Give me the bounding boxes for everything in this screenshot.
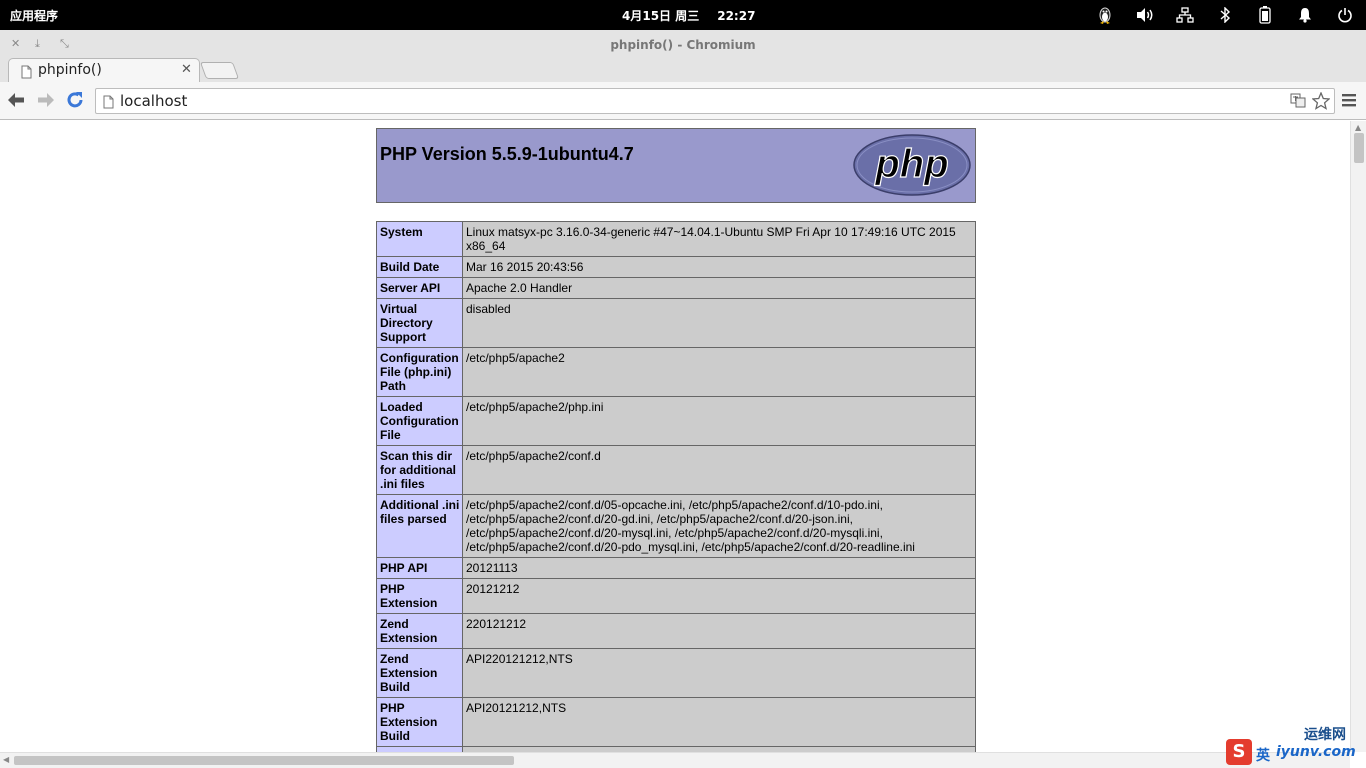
info-key: Server API — [376, 277, 463, 299]
info-key: Build Date — [376, 256, 463, 278]
info-row: Server API Apache 2.0 Handler — [376, 277, 976, 299]
translate-icon[interactable] — [1290, 92, 1306, 114]
browser-toolbar: localhost — [0, 82, 1366, 120]
new-tab-button[interactable] — [199, 62, 240, 79]
page-favicon-icon — [21, 64, 32, 83]
info-row: System Linux matsyx-pc 3.16.0-34-generic … — [376, 221, 976, 257]
scroll-up-arrow-icon[interactable]: ▲ — [1355, 123, 1361, 132]
vertical-scroll-thumb[interactable] — [1354, 133, 1364, 163]
volume-icon[interactable] — [1134, 5, 1156, 25]
info-row: Virtual Directory Support disabled — [376, 298, 976, 348]
info-key: Configuration File (php.ini) Path — [376, 347, 463, 397]
vertical-scrollbar[interactable]: ▲ — [1350, 121, 1366, 752]
info-key: Zend Extension — [376, 613, 463, 649]
bluetooth-icon[interactable] — [1214, 5, 1236, 25]
info-value-line: /etc/php5/apache2/conf.d/20-mysql.ini, /… — [466, 526, 883, 540]
horizontal-scroll-thumb[interactable] — [14, 756, 514, 765]
watermark-name: 运维网 — [1304, 727, 1346, 743]
info-value: API20121212,NTS — [462, 697, 976, 747]
tux-icon[interactable] — [1094, 5, 1116, 25]
info-row: Scan this dir for additional .ini files /… — [376, 445, 976, 495]
battery-icon[interactable] — [1254, 5, 1276, 25]
forward-button[interactable] — [36, 90, 56, 110]
info-value: Linux matsyx-pc 3.16.0-34-generic #47~14… — [462, 221, 976, 257]
info-value: /etc/php5/apache2 — [462, 347, 976, 397]
info-key: PHP API — [376, 557, 463, 579]
tab-phpinfo[interactable]: phpinfo() ✕ — [8, 58, 200, 83]
php-logo-text: php — [874, 142, 948, 186]
bookmark-star-icon[interactable] — [1311, 91, 1331, 114]
info-key: Additional .ini files parsed — [376, 494, 463, 558]
info-key: System — [376, 221, 463, 257]
watermark-ying: 英 — [1256, 748, 1270, 764]
power-icon[interactable] — [1334, 5, 1356, 25]
omnibox-actions — [1290, 91, 1331, 114]
info-key: Loaded Configuration File — [376, 396, 463, 446]
menu-icon[interactable] — [1342, 92, 1356, 111]
system-top-bar: 应用程序 4月15日 周三 22:27 — [0, 0, 1366, 30]
clock[interactable]: 4月15日 周三 22:27 — [622, 7, 755, 24]
info-row: Build Date Mar 16 2015 20:43:56 — [376, 256, 976, 278]
info-key: PHP Extension — [376, 578, 463, 614]
tab-strip: phpinfo() ✕ — [0, 58, 1366, 83]
system-tray — [1094, 5, 1356, 25]
info-value: disabled — [462, 298, 976, 348]
info-row: PHP API 20121113 — [376, 557, 976, 579]
reload-button[interactable] — [65, 90, 85, 110]
info-value: Mar 16 2015 20:43:56 — [462, 256, 976, 278]
address-bar[interactable]: localhost — [95, 88, 1335, 114]
horizontal-scrollbar[interactable]: ◀ — [0, 752, 1350, 768]
tab-close-icon[interactable]: ✕ — [181, 62, 192, 77]
network-icon[interactable] — [1174, 5, 1196, 25]
applications-menu[interactable]: 应用程序 — [10, 7, 58, 24]
page-viewport[interactable]: PHP Version 5.5.9-1ubuntu4.7 php System L… — [0, 121, 1350, 752]
php-logo-icon[interactable]: php — [853, 134, 971, 200]
info-row: PHP Extension 20121212 — [376, 578, 976, 614]
info-value: /etc/php5/apache2/conf.d/05-opcache.ini,… — [462, 494, 976, 558]
info-value: /etc/php5/apache2/php.ini — [462, 396, 976, 446]
clock-date: 4月15日 周三 — [622, 9, 700, 23]
clock-time: 22:27 — [717, 9, 756, 23]
info-value-line: /etc/php5/apache2/conf.d/05-opcache.ini,… — [466, 498, 883, 512]
site-watermark: S 英 运维网 iyunv.com — [1226, 724, 1366, 768]
info-row: Configuration File (php.ini) Path/etc/ph… — [376, 347, 976, 397]
scroll-left-arrow-icon[interactable]: ◀ — [3, 755, 9, 764]
info-value: 220121212 — [462, 613, 976, 649]
info-value: API220121212,NTS — [462, 648, 976, 698]
info-row: Zend Extension 220121212 — [376, 613, 976, 649]
notification-icon[interactable] — [1294, 5, 1316, 25]
php-version-header: PHP Version 5.5.9-1ubuntu4.7 php — [376, 128, 976, 203]
info-value: 20121212 — [462, 578, 976, 614]
back-button[interactable] — [6, 90, 26, 110]
info-key: Scan this dir for additional .ini files — [376, 445, 463, 495]
info-key: Virtual Directory Support — [376, 298, 463, 348]
info-value: 20121113 — [462, 557, 976, 579]
info-value-line: /etc/php5/apache2/conf.d/20-pdo_mysql.in… — [466, 540, 915, 554]
tab-label: phpinfo() — [38, 62, 102, 78]
info-row: Additional .ini files parsed/etc/php5/ap… — [376, 494, 976, 558]
watermark-domain: iyunv.com — [1276, 744, 1356, 760]
php-info-table: System Linux matsyx-pc 3.16.0-34-generic … — [376, 221, 976, 752]
info-value: Apache 2.0 Handler — [462, 277, 976, 299]
info-row: Loaded Configuration File/etc/php5/apach… — [376, 396, 976, 446]
info-value-line: /etc/php5/apache2/conf.d/20-gd.ini, /etc… — [466, 512, 853, 526]
url-text[interactable]: localhost — [120, 92, 187, 110]
window-title: phpinfo() - Chromium — [610, 38, 756, 52]
info-row: PHP Extension Build API20121212,NTS — [376, 697, 976, 747]
info-key: PHP Extension Build — [376, 697, 463, 747]
info-key: Zend Extension Build — [376, 648, 463, 698]
info-row: Zend Extension Build API220121212,NTS — [376, 648, 976, 698]
page-icon — [103, 94, 114, 113]
window-titlebar: ✕ ⤓ ⤡ phpinfo() - Chromium — [0, 30, 1366, 58]
info-value: /etc/php5/apache2/conf.d — [462, 445, 976, 495]
watermark-badge: S — [1226, 739, 1252, 765]
php-version-title: PHP Version 5.5.9-1ubuntu4.7 — [380, 144, 634, 164]
